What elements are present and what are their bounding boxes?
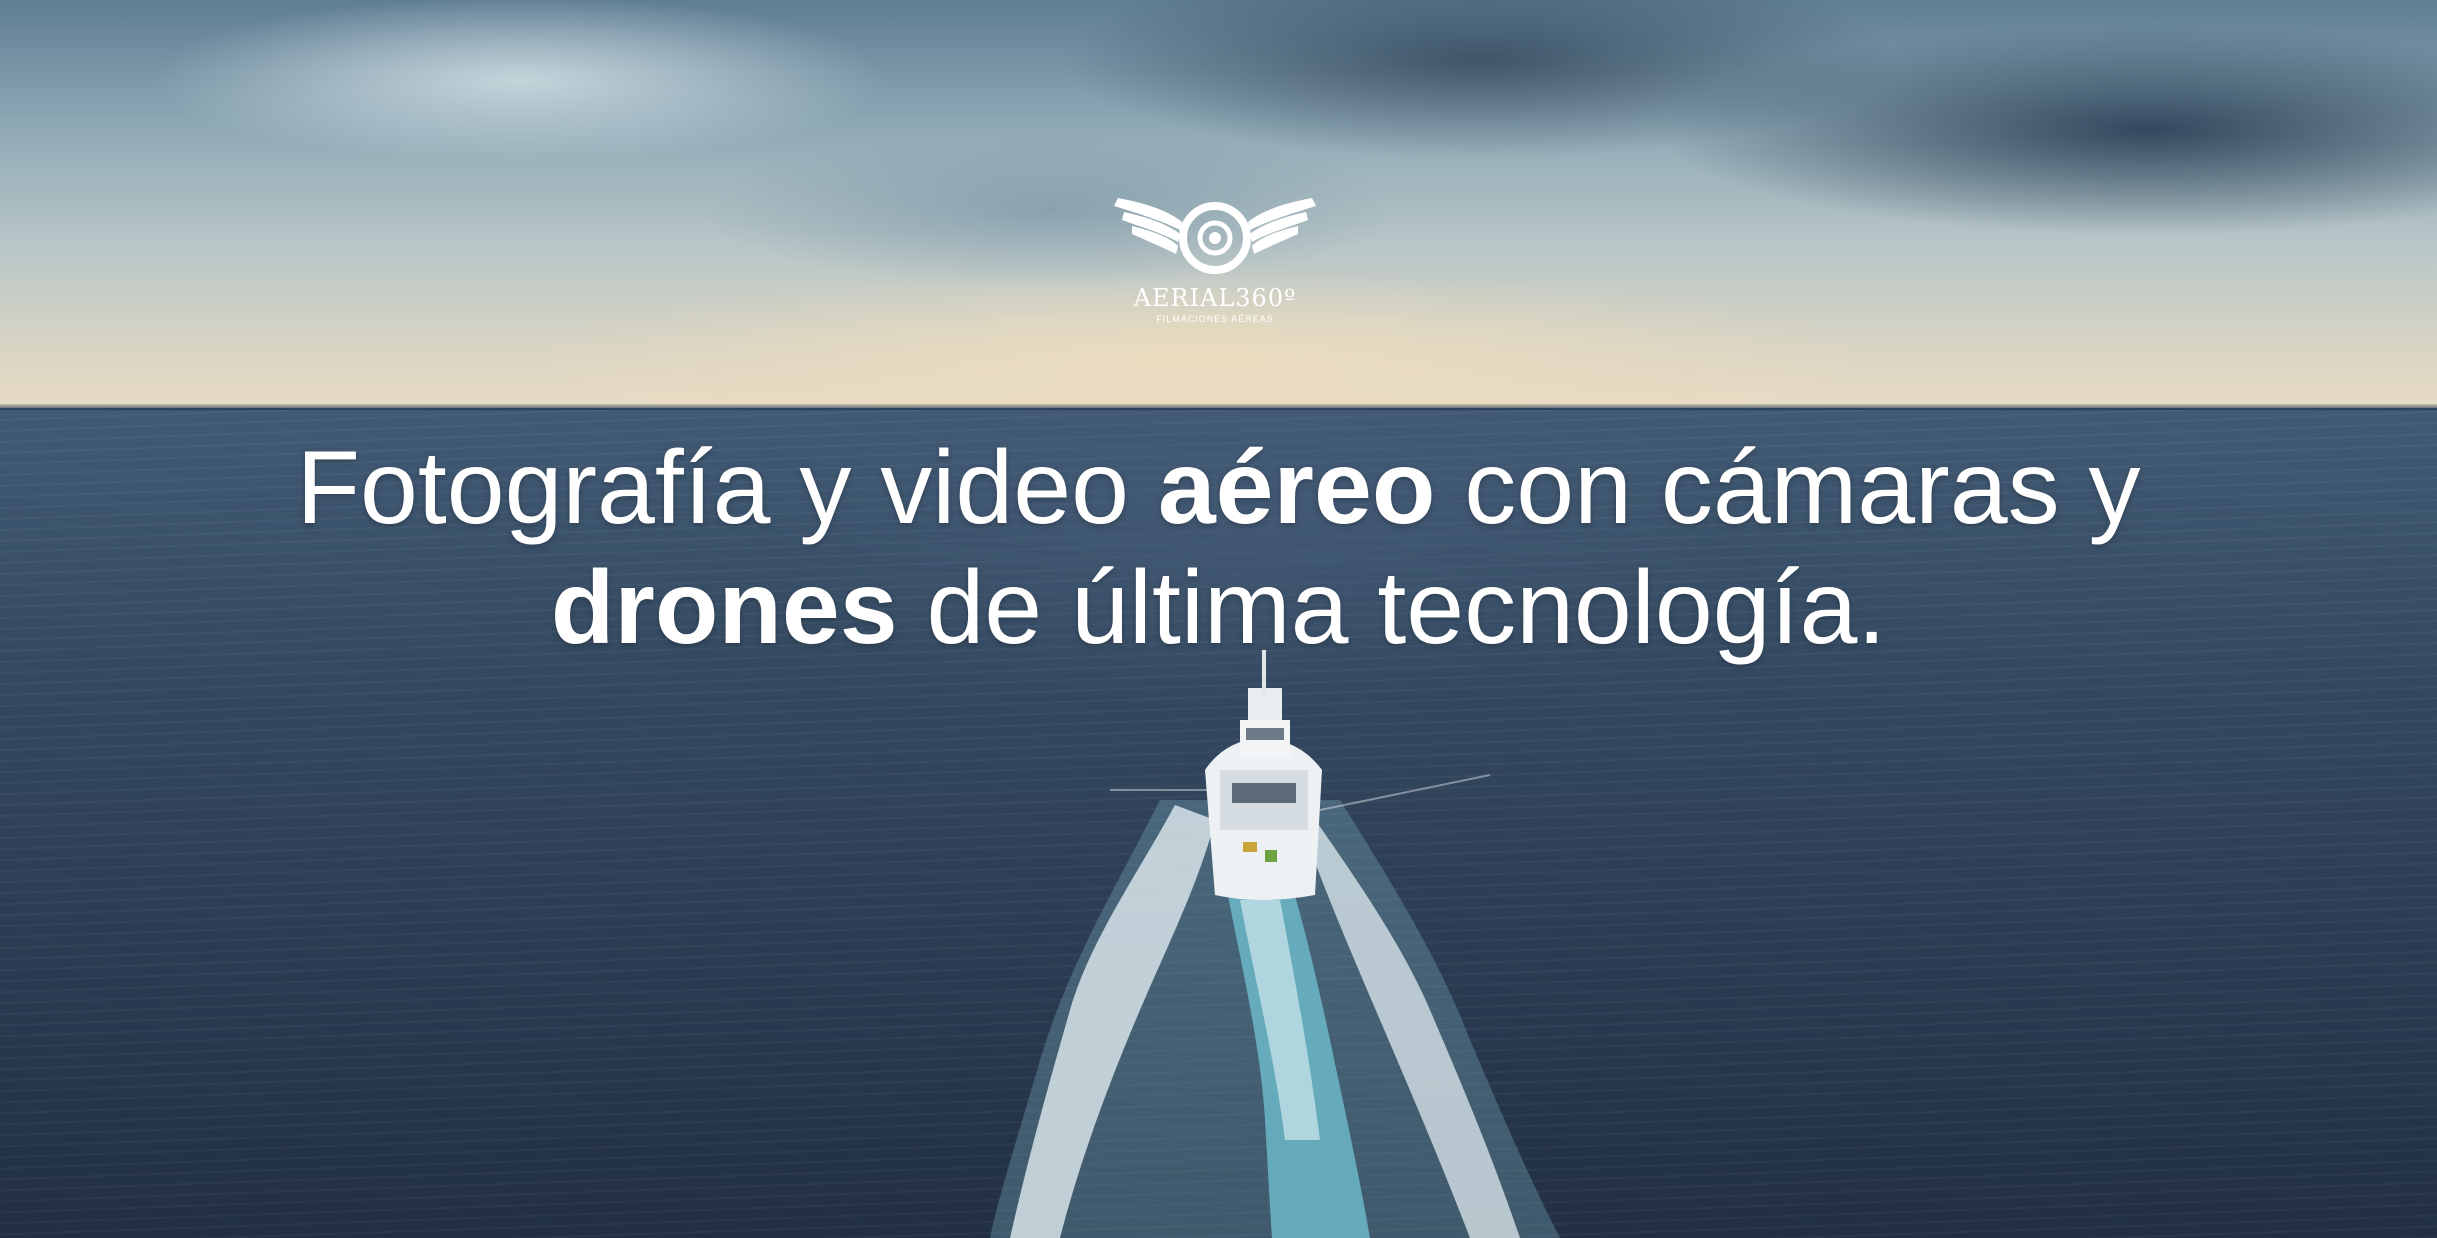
headline-line-1: Fotografía y video aéreo con cámaras y [0, 428, 2437, 548]
brand-tagline: FILMACIONES AÉREAS [1156, 314, 1274, 324]
headline-emphasis-drones: drones [550, 550, 898, 666]
headline-text: Fotografía y video [296, 430, 1158, 546]
fishing-line-right [1319, 774, 1491, 811]
brand-logo: AERIAL360º FILMACIONES AÉREAS [1110, 186, 1320, 336]
headline-emphasis-aereo: aéreo [1157, 430, 1436, 546]
yacht [1205, 650, 1322, 900]
headline-text: de última tecnología. [897, 550, 1887, 666]
hero-banner: AERIAL360º FILMACIONES AÉREAS Fotografía… [0, 0, 2437, 1238]
brand-name: AERIAL360º [1133, 284, 1297, 312]
winged-camera-lens-icon [1114, 198, 1316, 274]
headline-text: con cámaras y [1435, 430, 2141, 546]
headline: Fotografía y video aéreo con cámaras y d… [0, 428, 2437, 668]
headline-line-2: drones de última tecnología. [0, 548, 2437, 668]
